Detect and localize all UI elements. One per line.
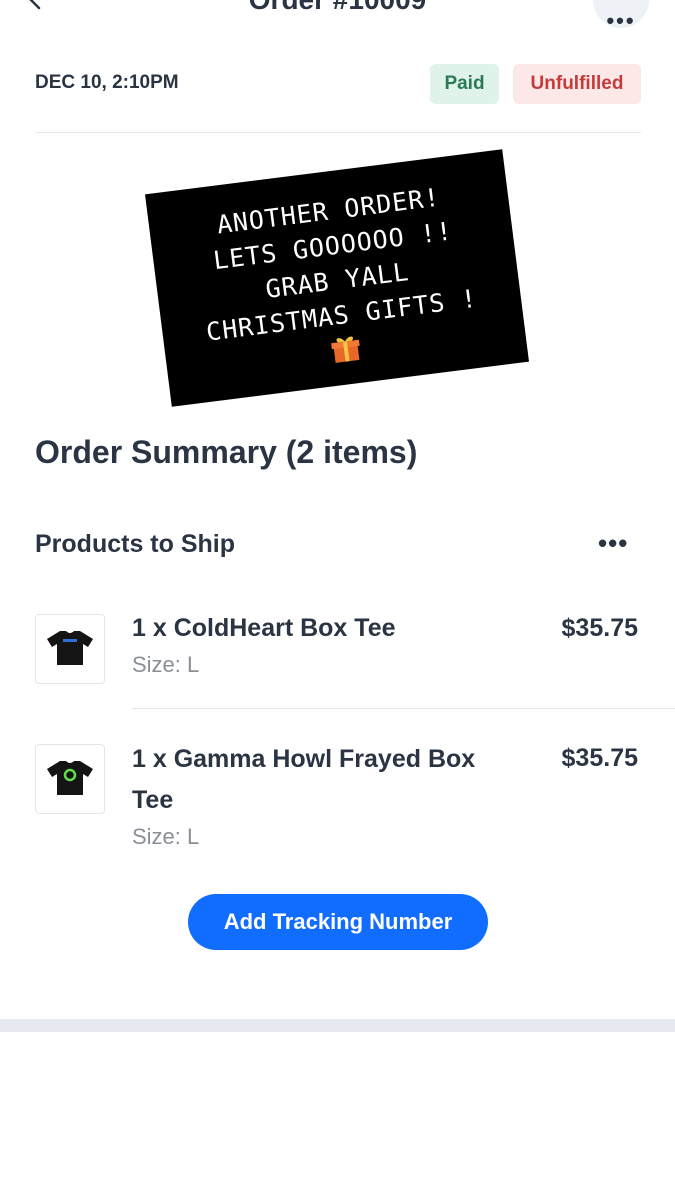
product-name: 1 x Gamma Howl Frayed Box Tee	[132, 745, 476, 814]
product-name: 1 x ColdHeart Box Tee	[132, 614, 396, 642]
divider	[35, 132, 641, 133]
product-price: $35.75	[561, 614, 638, 642]
tshirt-icon	[47, 631, 93, 665]
gift-icon	[331, 336, 360, 363]
tshirt-icon	[47, 761, 93, 795]
more-options-button[interactable]: •••	[593, 0, 649, 30]
fulfillment-status-badge: Unfulfilled	[513, 64, 641, 104]
product-size: Size: L	[132, 652, 200, 677]
product-thumbnail	[35, 744, 105, 814]
more-horizontal-icon: •••	[606, 8, 636, 30]
product-thumbnail	[35, 614, 105, 684]
product-size: Size: L	[132, 824, 200, 849]
section-separator	[0, 1019, 675, 1032]
top-bar: Order #10009 •••	[0, 0, 675, 30]
text-sticker-overlay: ANOTHER ORDER! LETS GOOOOOO !! GRAB YALL…	[145, 149, 529, 407]
order-summary-heading: Order Summary (2 items)	[35, 434, 418, 470]
products-to-ship-heading: Products to Ship	[35, 530, 235, 558]
product-price: $35.75	[561, 744, 638, 772]
order-date: DEC 10, 2:10PM	[35, 72, 179, 93]
payment-status-badge: Paid	[430, 64, 499, 104]
section-more-icon[interactable]: •••	[598, 528, 628, 559]
add-tracking-number-button[interactable]: Add Tracking Number	[188, 894, 488, 950]
divider	[132, 708, 675, 709]
page-title: Order #10009	[0, 0, 675, 16]
